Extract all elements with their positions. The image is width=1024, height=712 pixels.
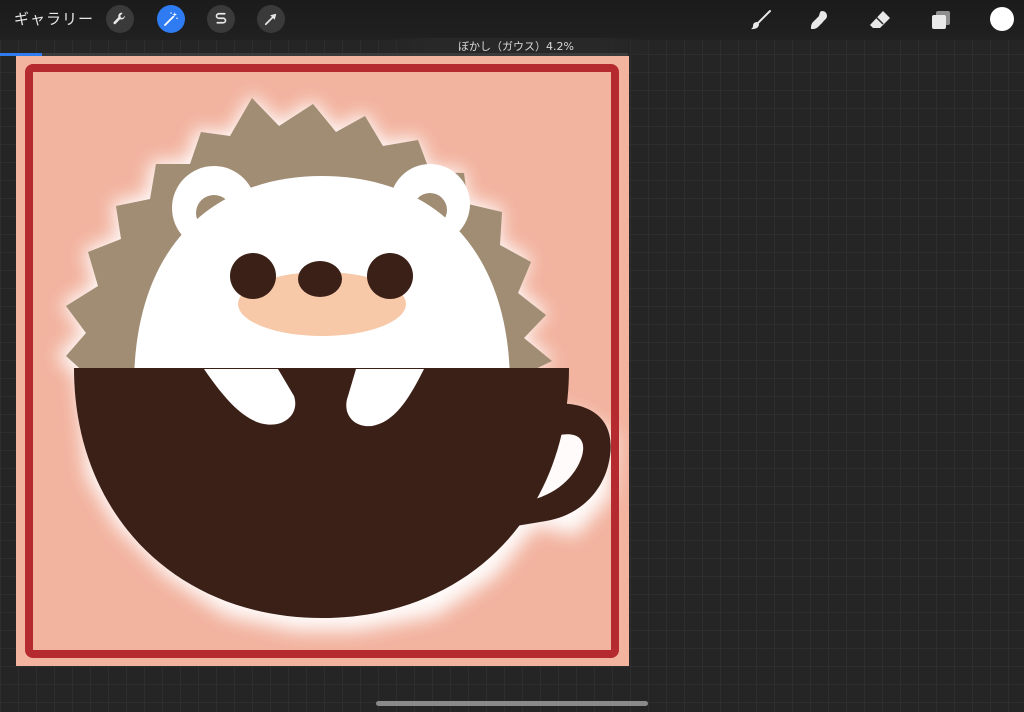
nose xyxy=(298,261,342,297)
selection-button[interactable] xyxy=(207,5,235,33)
adjustments-button[interactable] xyxy=(157,5,185,33)
smudge-button[interactable] xyxy=(806,6,834,34)
eraser-icon xyxy=(870,11,890,28)
coffee-cup xyxy=(74,368,569,618)
smudge-icon xyxy=(811,11,827,29)
layers-icon xyxy=(932,11,950,29)
transform-button[interactable] xyxy=(257,5,285,33)
selection-s-icon xyxy=(215,12,227,24)
left-eye xyxy=(230,253,276,299)
magic-wand-icon xyxy=(164,12,178,26)
right-eye xyxy=(367,253,413,299)
arrow-cursor-icon xyxy=(264,13,277,26)
brush-icon xyxy=(751,10,771,30)
wrench-icon xyxy=(113,12,125,25)
artwork-illustration xyxy=(25,64,619,658)
gallery-button[interactable]: ギャラリー xyxy=(14,8,94,30)
artwork-canvas[interactable] xyxy=(16,56,629,666)
status-text: ぼかし（ガウス）4.2% xyxy=(458,40,574,53)
home-indicator xyxy=(376,701,648,706)
brush-button[interactable] xyxy=(747,6,775,34)
layers-button[interactable] xyxy=(927,6,955,34)
top-toolbar: ギャラリー xyxy=(0,0,1024,40)
actions-button[interactable] xyxy=(106,5,134,33)
color-swatch-button[interactable] xyxy=(990,7,1014,31)
eraser-button[interactable] xyxy=(866,6,894,34)
